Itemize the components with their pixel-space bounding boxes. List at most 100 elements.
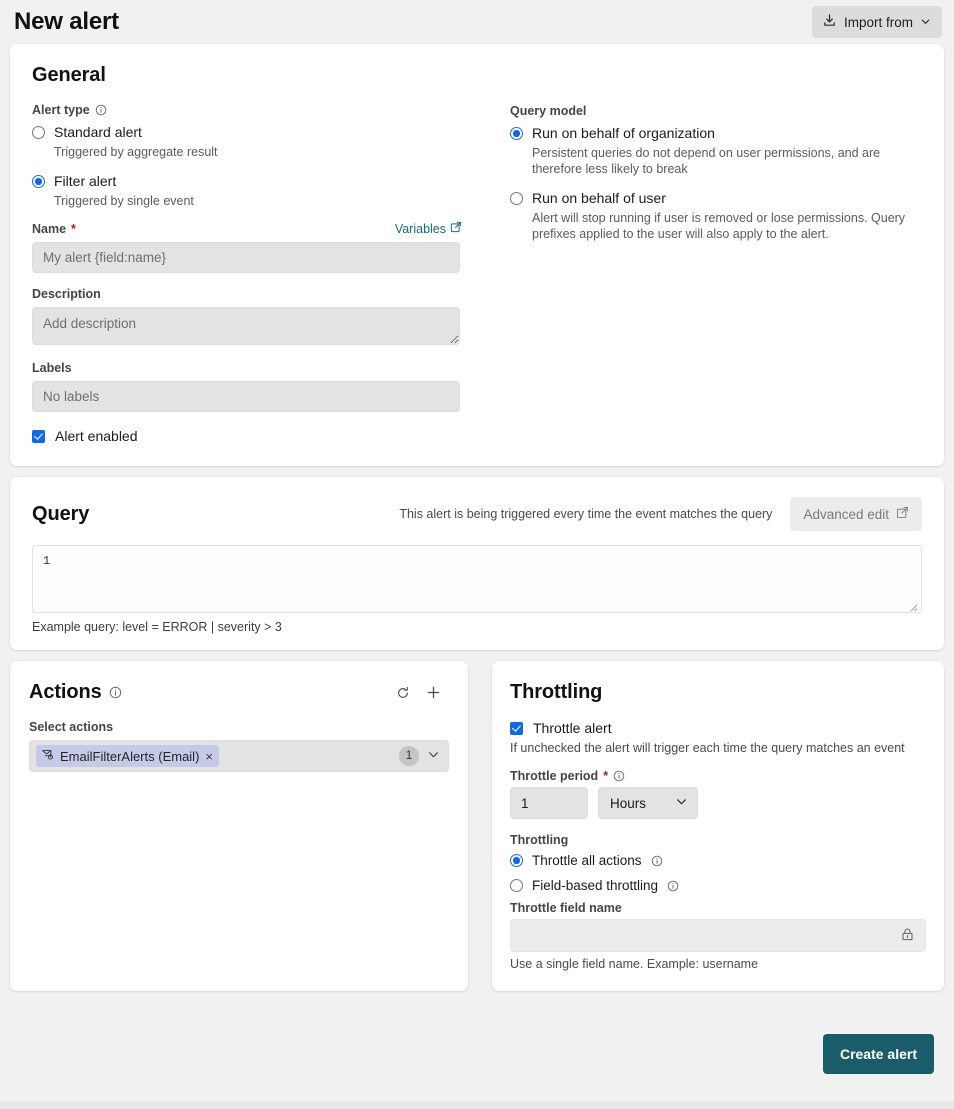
action-chip[interactable]: EmailFilterAlerts (Email) × (36, 745, 219, 767)
remove-action-icon[interactable]: × (205, 750, 213, 763)
info-icon[interactable] (651, 855, 663, 867)
info-icon[interactable] (667, 880, 679, 892)
chevron-down-icon[interactable] (427, 748, 440, 764)
actions-section-title-group: Actions (29, 681, 122, 704)
query-model-label: Query model (510, 104, 922, 118)
name-input[interactable] (32, 242, 460, 273)
chevron-down-icon (675, 795, 688, 811)
select-actions-control[interactable]: EmailFilterAlerts (Email) × 1 (29, 740, 449, 772)
name-label-group: Name * (32, 222, 76, 236)
page-header: New alert Import from (0, 0, 954, 44)
query-line-number: 1 (43, 554, 50, 568)
query-card: Query This alert is being triggered ever… (10, 477, 944, 650)
alert-type-label-row: Alert type (32, 103, 462, 117)
throttle-alert-help: If unchecked the alert will trigger each… (510, 741, 926, 755)
throttle-field-name-input (510, 919, 926, 952)
throttle-alert-row[interactable]: Throttle alert (510, 720, 926, 736)
description-textarea[interactable] (32, 307, 460, 345)
info-icon[interactable] (613, 770, 625, 782)
throttle-alert-checkbox[interactable] (510, 722, 523, 735)
query-header: Query This alert is being triggered ever… (32, 497, 922, 531)
resize-grip-icon[interactable] (910, 602, 918, 610)
actions-card: Actions (10, 661, 468, 991)
throttle-field-name-label: Throttle field name (510, 901, 926, 915)
description-label: Description (32, 287, 462, 301)
radio-run-on-behalf-of-organization[interactable] (510, 127, 523, 140)
general-card: General Alert type Standard alert Trigge (10, 44, 944, 466)
external-link-icon (450, 221, 462, 236)
select-actions-label: Select actions (29, 720, 449, 734)
query-section-title: Query (32, 503, 89, 526)
actions-header: Actions (29, 681, 449, 704)
info-icon[interactable] (95, 104, 107, 116)
radio-throttle-all-actions-label: Throttle all actions (532, 851, 642, 870)
action-chip-label: EmailFilterAlerts (Email) (60, 749, 199, 764)
import-from-button[interactable]: Import from (812, 6, 942, 38)
throttle-period-required-asterisk: * (603, 769, 608, 783)
chevron-down-icon (920, 15, 931, 30)
query-editor[interactable]: 1 (32, 545, 922, 613)
query-model-option-organization[interactable]: Run on behalf of organization (510, 124, 922, 143)
throttling-card: Throttling Throttle alert If unchecked t… (492, 661, 944, 991)
variables-link-label: Variables (395, 222, 446, 236)
throttling-section-title: Throttling (510, 681, 926, 704)
labels-label: Labels (32, 361, 462, 375)
general-section-title: General (32, 64, 922, 87)
info-icon[interactable] (109, 686, 122, 699)
alert-enabled-label: Alert enabled (55, 428, 138, 444)
refresh-icon[interactable] (396, 686, 410, 700)
advanced-edit-button[interactable]: Advanced edit (790, 497, 922, 531)
actions-section-title: Actions (29, 681, 102, 704)
radio-filter-alert-label: Filter alert (54, 172, 116, 191)
alert-enabled-checkbox[interactable] (32, 430, 45, 443)
alert-type-option-standard[interactable]: Standard alert (32, 123, 462, 142)
query-hint: Example query: level = ERROR | severity … (32, 620, 922, 634)
throttle-mode-all-actions[interactable]: Throttle all actions (510, 851, 926, 870)
external-link-icon (896, 506, 909, 522)
radio-organization-label: Run on behalf of organization (532, 124, 715, 143)
throttling-mode-label: Throttling (510, 833, 926, 847)
throttle-period-label: Throttle period (510, 769, 598, 783)
name-label-row: Name * Variables (32, 221, 462, 236)
throttle-field-name-help: Use a single field name. Example: userna… (510, 957, 926, 971)
download-icon (822, 13, 837, 31)
throttle-period-row: Hours (510, 787, 926, 819)
query-model-option-user[interactable]: Run on behalf of user (510, 189, 922, 208)
create-alert-button[interactable]: Create alert (823, 1034, 934, 1074)
name-required-asterisk: * (71, 222, 76, 236)
throttle-period-unit-value: Hours (610, 796, 646, 811)
radio-standard-alert-label: Standard alert (54, 123, 142, 142)
name-label: Name (32, 222, 66, 236)
radio-standard-alert-help: Triggered by aggregate result (54, 144, 454, 160)
action-count-badge: 1 (399, 746, 419, 766)
radio-field-based-throttling-label: Field-based throttling (532, 876, 658, 895)
general-right-column: Query model Run on behalf of organizatio… (510, 103, 922, 444)
radio-standard-alert[interactable] (32, 126, 45, 139)
throttle-period-label-group: Throttle period * (510, 769, 926, 783)
add-action-icon[interactable] (426, 685, 441, 700)
page-title: New alert (14, 8, 119, 36)
variables-link[interactable]: Variables (395, 221, 462, 236)
radio-organization-help: Persistent queries do not depend on user… (532, 145, 922, 177)
lock-icon (900, 927, 915, 945)
radio-field-based-throttling[interactable] (510, 879, 523, 892)
throttle-period-input[interactable] (510, 787, 588, 819)
email-icon (41, 748, 54, 764)
alert-enabled-row[interactable]: Alert enabled (32, 428, 462, 444)
advanced-edit-label: Advanced edit (803, 507, 889, 522)
throttle-period-unit-select[interactable]: Hours (598, 787, 698, 819)
radio-filter-alert[interactable] (32, 175, 45, 188)
radio-throttle-all-actions[interactable] (510, 854, 523, 867)
throttle-mode-field-based[interactable]: Field-based throttling (510, 876, 926, 895)
radio-user-help: Alert will stop running if user is remov… (532, 210, 922, 242)
radio-run-on-behalf-of-user[interactable] (510, 192, 523, 205)
bottom-row: Actions (10, 661, 944, 991)
throttle-alert-label: Throttle alert (533, 720, 612, 736)
bottom-strip (0, 1101, 954, 1109)
radio-filter-alert-help: Triggered by single event (54, 193, 454, 209)
labels-input[interactable] (32, 381, 460, 412)
general-left-column: Alert type Standard alert Triggered by a… (32, 103, 462, 444)
radio-user-label: Run on behalf of user (532, 189, 666, 208)
alert-type-option-filter[interactable]: Filter alert (32, 172, 462, 191)
import-from-label: Import from (844, 15, 913, 30)
